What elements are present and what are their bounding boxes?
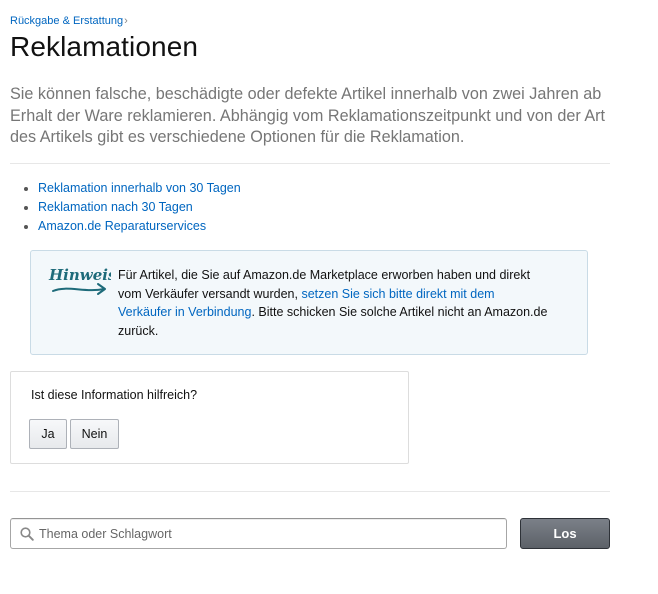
page-title: Reklamationen [10, 31, 199, 62]
intro-text: Sie können falsche, beschädigte oder def… [10, 85, 606, 146]
hint-icon: Hinweis [48, 266, 111, 295]
breadcrumb: Rückgabe & Erstattung› [10, 15, 128, 27]
no-button[interactable]: Nein [70, 419, 119, 449]
link-within-30-days[interactable]: Reklamation innerhalb von 30 Tagen [38, 181, 241, 195]
notice-text: Für Artikel, die Sie auf Amazon.de Marke… [118, 268, 548, 338]
topic-link-list: Reklamation innerhalb von 30 Tagen Rekla… [24, 179, 241, 236]
search-box [10, 518, 507, 549]
search-submit-button[interactable]: Los [520, 518, 610, 549]
link-after-30-days[interactable]: Reklamation nach 30 Tagen [38, 200, 193, 214]
list-item: Reklamation nach 30 Tagen [38, 198, 241, 217]
divider [10, 163, 610, 164]
link-repair-services[interactable]: Amazon.de Reparaturservices [38, 219, 206, 233]
search-input[interactable] [39, 523, 499, 545]
hint-icon-label: Hinweis [48, 266, 111, 284]
search-icon [20, 527, 34, 541]
list-item: Amazon.de Reparaturservices [38, 217, 241, 236]
feedback-box: Ist diese Information hilfreich? Ja Nein [10, 371, 409, 464]
breadcrumb-separator: › [124, 15, 128, 27]
notice-box: Hinweis Für Artikel, die Sie auf Amazon.… [30, 250, 588, 355]
feedback-question: Ist diese Information hilfreich? [31, 388, 198, 402]
breadcrumb-link-returns[interactable]: Rückgabe & Erstattung [10, 15, 123, 27]
yes-button[interactable]: Ja [29, 419, 67, 449]
divider [10, 491, 610, 492]
list-item: Reklamation innerhalb von 30 Tagen [38, 179, 241, 198]
